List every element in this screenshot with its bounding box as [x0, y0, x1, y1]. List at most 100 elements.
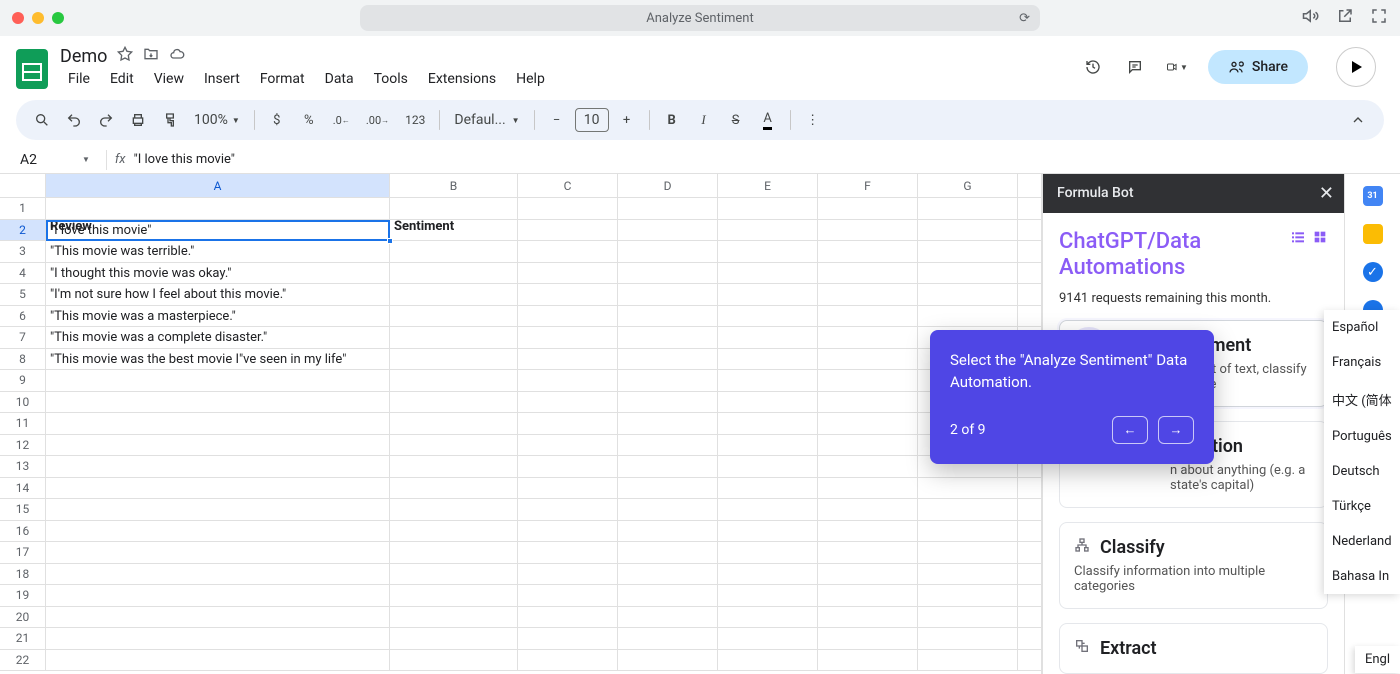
close-icon[interactable]: ✕ — [1319, 183, 1334, 204]
cell[interactable] — [618, 628, 718, 649]
lang-option[interactable]: Nederland — [1324, 524, 1400, 559]
cell[interactable] — [818, 607, 918, 628]
cell[interactable] — [618, 220, 718, 241]
cell[interactable] — [918, 220, 1018, 241]
cell[interactable] — [46, 499, 390, 520]
cell[interactable] — [618, 521, 718, 542]
print-icon[interactable] — [124, 106, 152, 134]
cell[interactable]: "This movie was a complete disaster." — [46, 327, 390, 348]
cell[interactable] — [518, 263, 618, 284]
row-header[interactable]: 11 — [0, 413, 46, 434]
cell[interactable] — [390, 392, 518, 413]
lang-option[interactable]: Bahasa In — [1324, 559, 1400, 594]
cell[interactable] — [618, 564, 718, 585]
row-header[interactable]: 16 — [0, 521, 46, 542]
cell[interactable] — [718, 607, 818, 628]
cell[interactable] — [618, 198, 718, 219]
cell[interactable] — [618, 241, 718, 262]
col-header-g[interactable]: G — [918, 174, 1018, 197]
row-header[interactable]: 6 — [0, 306, 46, 327]
lang-option[interactable]: Deutsch — [1324, 454, 1400, 489]
cell[interactable] — [390, 607, 518, 628]
share-button[interactable]: Share — [1208, 50, 1308, 84]
cell[interactable] — [918, 607, 1018, 628]
cell[interactable] — [818, 521, 918, 542]
grid-view-icon[interactable] — [1312, 229, 1328, 249]
cell[interactable] — [718, 521, 818, 542]
undo-icon[interactable] — [60, 106, 88, 134]
row-header[interactable]: 20 — [0, 607, 46, 628]
cell[interactable] — [518, 456, 618, 477]
cell[interactable] — [818, 306, 918, 327]
currency-button[interactable]: $ — [263, 106, 291, 134]
col-header-c[interactable]: C — [518, 174, 618, 197]
more-tools-icon[interactable]: ⋮ — [799, 106, 827, 134]
reload-icon[interactable]: ⟳ — [1019, 11, 1030, 26]
zoom-select[interactable]: 100%▼ — [188, 106, 246, 134]
cell[interactable]: "This movie was a masterpiece." — [46, 306, 390, 327]
cell[interactable] — [46, 478, 390, 499]
select-all-corner[interactable] — [0, 174, 46, 197]
row-header[interactable]: 1 — [0, 198, 46, 219]
cell[interactable] — [46, 542, 390, 563]
cell[interactable] — [618, 499, 718, 520]
cell[interactable] — [390, 306, 518, 327]
menu-view[interactable]: View — [146, 69, 192, 89]
cell[interactable] — [818, 263, 918, 284]
cell[interactable] — [718, 628, 818, 649]
row-header[interactable]: 13 — [0, 456, 46, 477]
language-menu[interactable]: Español Français 中文 (简体 Português Deutsc… — [1324, 310, 1400, 594]
cell[interactable] — [390, 585, 518, 606]
menu-insert[interactable]: Insert — [196, 69, 248, 89]
cell[interactable] — [618, 413, 718, 434]
cell[interactable] — [618, 478, 718, 499]
cell[interactable] — [618, 327, 718, 348]
coach-prev-button[interactable]: ← — [1112, 416, 1148, 444]
cell[interactable] — [918, 306, 1018, 327]
maximize-window-icon[interactable] — [52, 12, 64, 24]
cell[interactable] — [390, 241, 518, 262]
collapse-toolbar-icon[interactable] — [1344, 106, 1372, 134]
row-header[interactable]: 22 — [0, 650, 46, 671]
col-header-f[interactable]: F — [818, 174, 918, 197]
cell[interactable] — [618, 650, 718, 671]
cell[interactable] — [818, 435, 918, 456]
cell[interactable] — [818, 456, 918, 477]
row-header[interactable]: 8 — [0, 349, 46, 370]
cell[interactable] — [718, 542, 818, 563]
row-header[interactable]: 19 — [0, 585, 46, 606]
cell[interactable] — [518, 306, 618, 327]
cell[interactable] — [918, 263, 1018, 284]
history-icon[interactable] — [1082, 56, 1104, 78]
cell[interactable] — [818, 628, 918, 649]
close-window-icon[interactable] — [12, 12, 24, 24]
cell[interactable] — [390, 220, 518, 241]
lang-option[interactable]: Português — [1324, 419, 1400, 454]
open-external-icon[interactable] — [1336, 7, 1354, 29]
cell[interactable] — [46, 370, 390, 391]
cloud-status-icon[interactable] — [169, 46, 185, 66]
row-header[interactable]: 15 — [0, 499, 46, 520]
cell[interactable] — [390, 499, 518, 520]
cell[interactable] — [818, 198, 918, 219]
cell[interactable] — [818, 241, 918, 262]
fontsize-input[interactable]: 10 — [575, 108, 609, 132]
cell[interactable] — [518, 650, 618, 671]
fontsize-decrease-button[interactable]: − — [543, 106, 571, 134]
cell[interactable]: "I'm not sure how I feel about this movi… — [46, 284, 390, 305]
cell[interactable] — [918, 499, 1018, 520]
strikethrough-button[interactable]: S — [722, 106, 750, 134]
row-header[interactable]: 9 — [0, 370, 46, 391]
cell[interactable] — [718, 284, 818, 305]
lang-option[interactable]: Türkçe — [1324, 489, 1400, 524]
menu-format[interactable]: Format — [252, 69, 313, 89]
cell[interactable] — [618, 585, 718, 606]
menu-extensions[interactable]: Extensions — [420, 69, 504, 89]
cell[interactable] — [918, 521, 1018, 542]
fontsize-increase-button[interactable]: + — [613, 106, 641, 134]
cell[interactable] — [918, 564, 1018, 585]
minimize-window-icon[interactable] — [32, 12, 44, 24]
cell[interactable] — [390, 564, 518, 585]
cell[interactable] — [618, 370, 718, 391]
cell[interactable] — [618, 607, 718, 628]
